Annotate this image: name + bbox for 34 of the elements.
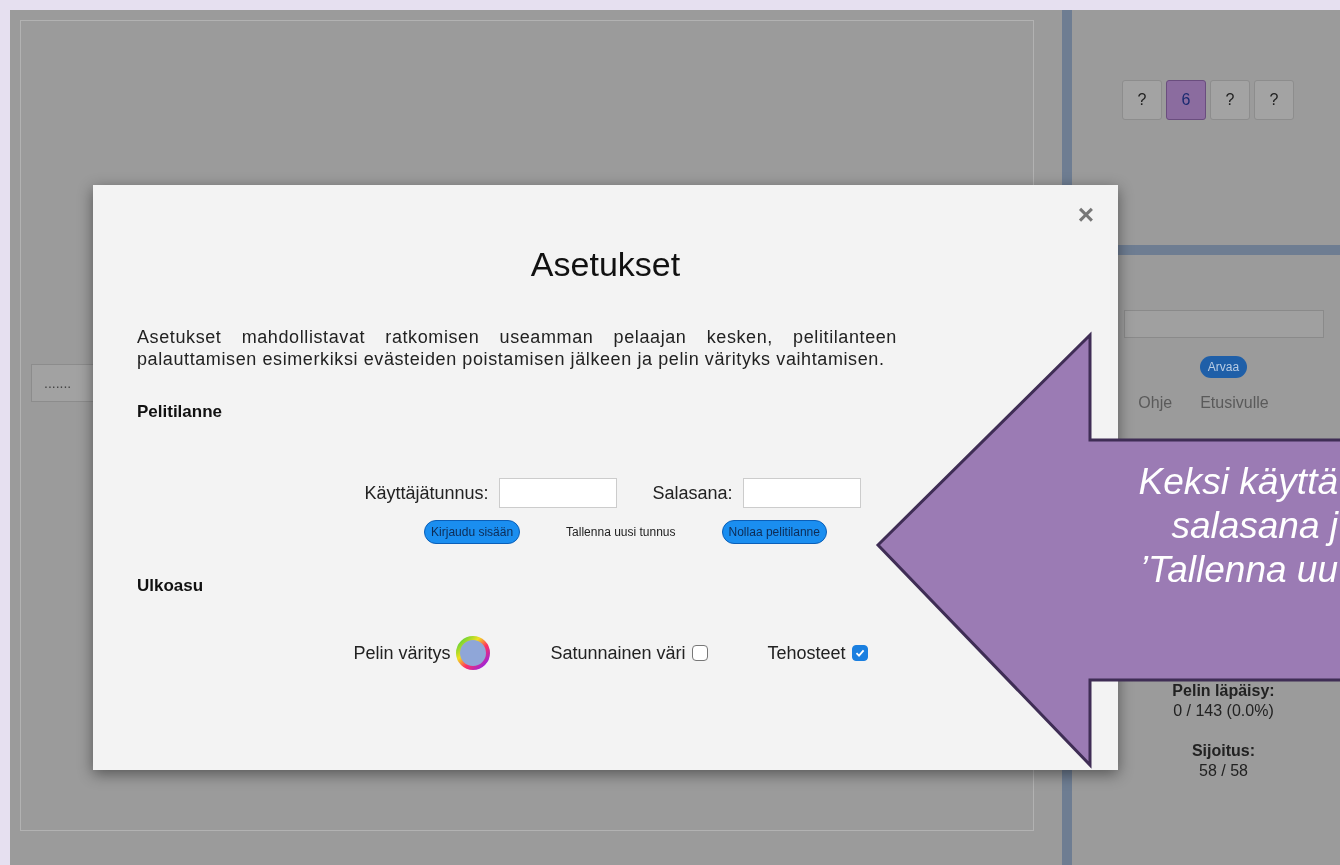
- intro-text: Asetukset mahdollistavat ratkomisen useamman pelaajan kesken, pelitilanteen palauttamisen esimerkiksi evästeiden poistamisen jälkeen ja pelin värityks vaihtamisen.: [137, 326, 897, 370]
- digit-tile[interactable]: 6: [1166, 80, 1206, 120]
- checkbox[interactable]: [691, 645, 708, 661]
- digit-tile[interactable]: ?: [1254, 80, 1294, 120]
- stat-label: Pelin läpäisy:: [1172, 682, 1275, 700]
- dialog-title: Asetukset: [530, 245, 681, 284]
- option-label: Satunnainen väri: [550, 642, 686, 664]
- color-wheel-button[interactable]: [456, 636, 491, 670]
- nav-link[interactable]: Ohje: [1138, 394, 1173, 412]
- field-label: Käyttäjätunnus:: [364, 482, 489, 504]
- option-label: Tehosteet: [767, 642, 846, 664]
- stat-value: 0 / 143 (0.0%): [1173, 702, 1274, 720]
- digit-tile[interactable]: ?: [1210, 80, 1250, 120]
- option-label: Pelin väritys: [353, 642, 451, 664]
- stat-label: Sijoitus:: [1191, 742, 1256, 760]
- guess-button[interactable]: Arvaa: [1199, 356, 1248, 378]
- action-button[interactable]: Kirjaudu sisään: [424, 520, 521, 544]
- close-button[interactable]: ×: [1077, 201, 1094, 229]
- field-label: Salasana:: [652, 482, 733, 504]
- action-button[interactable]: Nollaa pelitilanne: [721, 520, 827, 544]
- stat-value: 58 / 58: [1199, 762, 1248, 780]
- callout-text: salasana j: [1171, 504, 1338, 548]
- callout-text: ’Tallenna uu: [1139, 548, 1338, 592]
- action-button[interactable]: Tallenna uusi tunnus: [560, 520, 682, 544]
- digit-tile[interactable]: ?: [1122, 80, 1162, 120]
- callout-text: Keksi käyttä: [1138, 460, 1338, 504]
- checkbox[interactable]: [851, 645, 868, 661]
- guess-field[interactable]: [1123, 310, 1324, 338]
- check-icon: [854, 648, 865, 658]
- nav-link[interactable]: Etusivulle: [1200, 394, 1269, 412]
- text-field[interactable]: [742, 478, 861, 508]
- text-field[interactable]: [498, 478, 617, 508]
- section-heading: Pelitilanne: [137, 402, 223, 422]
- section-heading: Ulkoasu: [137, 576, 204, 596]
